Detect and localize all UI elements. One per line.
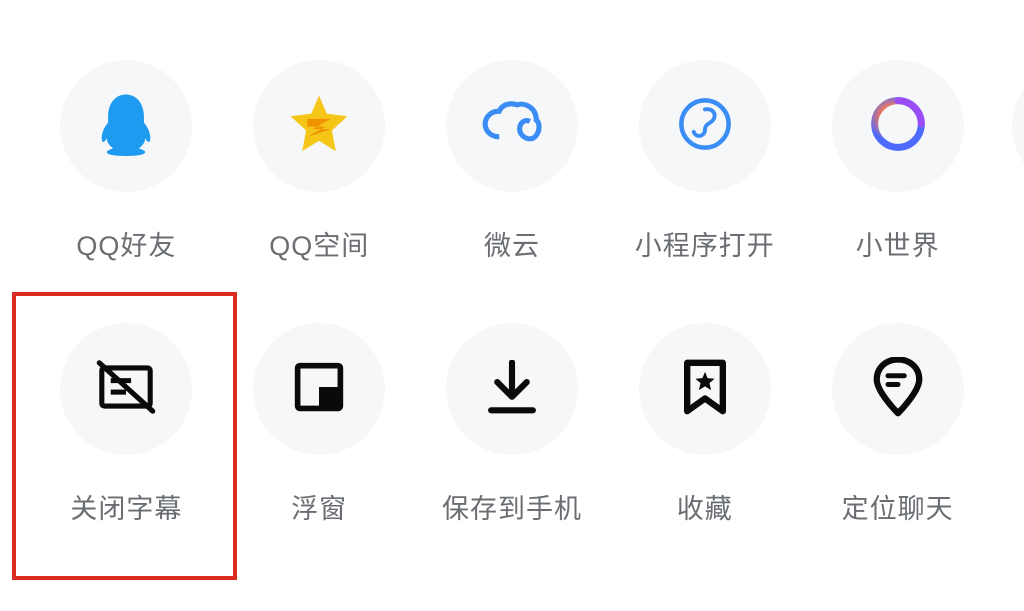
share-option-small-world[interactable]: 小世界 xyxy=(801,60,994,263)
option-label: QQ好友 xyxy=(76,224,176,263)
option-label: 收藏 xyxy=(677,487,733,526)
options-grid: QQ好友 QQ空间 微云 xyxy=(0,0,1024,566)
qq-friend-icon xyxy=(95,92,157,161)
small-world-icon xyxy=(870,96,926,157)
icon-circle xyxy=(446,60,578,192)
option-label: 小世界 xyxy=(856,224,940,263)
action-close-caption[interactable]: 关闭字幕 xyxy=(30,323,223,526)
action-save-to-phone[interactable]: 保存到手机 xyxy=(416,323,609,526)
locate-chat-icon xyxy=(873,357,923,422)
icon-circle xyxy=(253,60,385,192)
weiyun-icon xyxy=(481,101,543,152)
icon-circle xyxy=(639,323,771,455)
option-label: 保存到手机 xyxy=(442,487,582,526)
float-window-icon xyxy=(292,360,346,419)
option-label: QQ空间 xyxy=(269,224,369,263)
option-label: 关闭字幕 xyxy=(70,487,182,526)
action-favorite[interactable]: 收藏 xyxy=(608,323,801,526)
favorite-icon xyxy=(682,359,728,420)
share-option-qzone[interactable]: QQ空间 xyxy=(223,60,416,263)
close-caption-icon xyxy=(95,359,157,420)
icon-circle xyxy=(253,323,385,455)
option-label: 浮窗 xyxy=(291,487,347,526)
action-locate-chat[interactable]: 定位聊天 xyxy=(801,323,994,526)
icon-circle xyxy=(60,323,192,455)
download-icon xyxy=(487,360,537,419)
share-option-qq-friend[interactable]: QQ好友 xyxy=(30,60,223,263)
action-float-window[interactable]: 浮窗 xyxy=(223,323,416,526)
option-label: 微云 xyxy=(484,224,540,263)
icon-circle xyxy=(832,323,964,455)
option-label: 小程序打开 xyxy=(635,224,775,263)
icon-circle xyxy=(60,60,192,192)
miniprogram-icon xyxy=(678,97,732,156)
qzone-icon xyxy=(288,93,350,160)
icon-circle xyxy=(832,60,964,192)
share-option-miniprogram[interactable]: 小程序打开 xyxy=(608,60,801,263)
option-label: 定位聊天 xyxy=(842,487,954,526)
icon-circle xyxy=(446,323,578,455)
icon-circle xyxy=(639,60,771,192)
share-option-weiyun[interactable]: 微云 xyxy=(416,60,609,263)
